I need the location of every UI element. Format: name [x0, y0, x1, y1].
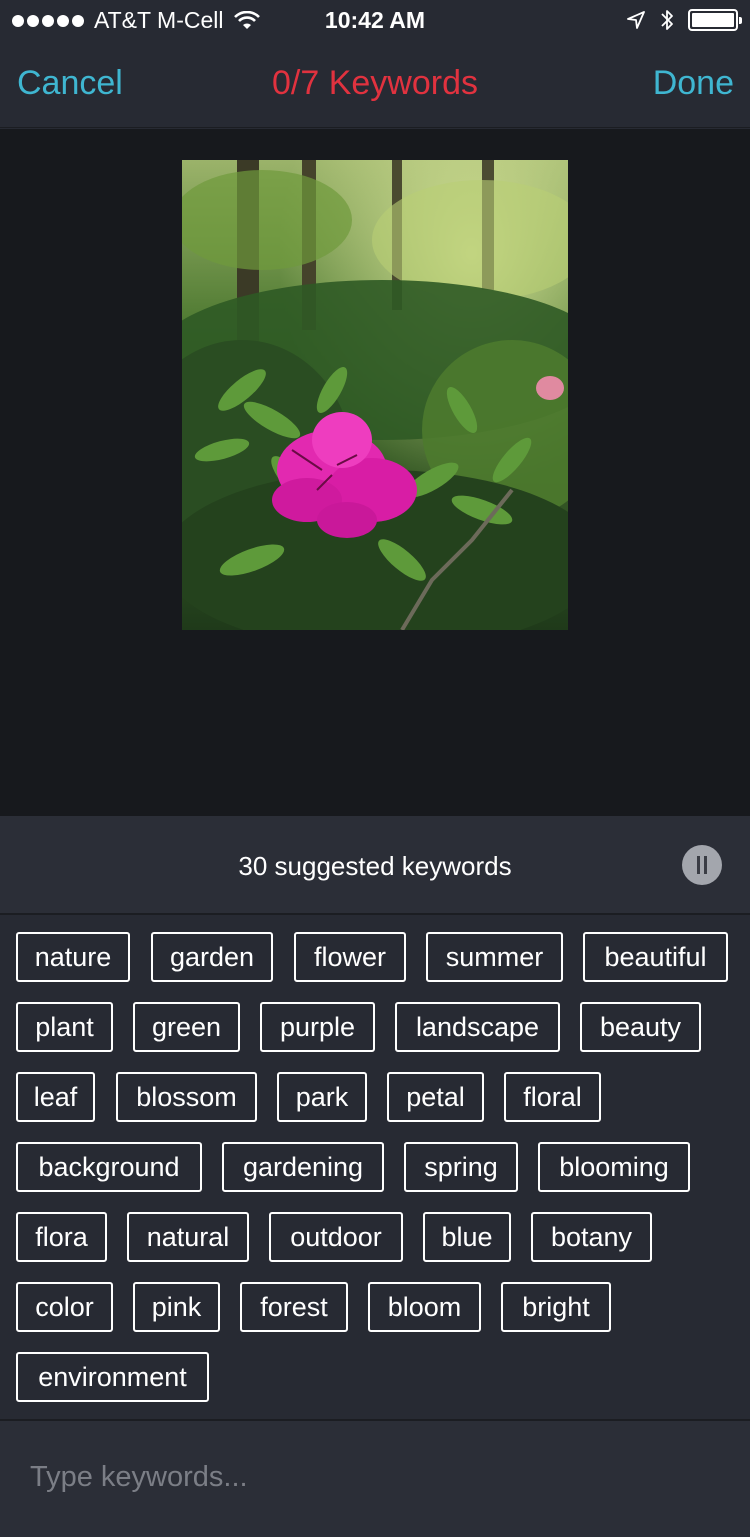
keyword-chip[interactable]: green — [133, 1002, 240, 1052]
nav-bar: Cancel 0/7 Keywords Done — [0, 40, 750, 128]
keyword-input-area — [0, 1419, 750, 1537]
keyword-chip[interactable]: background — [16, 1142, 202, 1192]
pause-button[interactable] — [682, 845, 722, 885]
keyword-chip[interactable]: petal — [387, 1072, 484, 1122]
keyword-chip[interactable]: blue — [423, 1212, 511, 1262]
keyword-chip[interactable]: outdoor — [269, 1212, 403, 1262]
photo-image — [182, 160, 568, 630]
keyword-chip[interactable]: pink — [133, 1282, 220, 1332]
cancel-button[interactable]: Cancel — [17, 64, 123, 103]
photo-preview — [182, 160, 568, 630]
keyword-chip[interactable]: floral — [504, 1072, 601, 1122]
keyword-chip[interactable]: spring — [404, 1142, 518, 1192]
status-right — [626, 8, 742, 32]
keyword-chip[interactable]: plant — [16, 1002, 113, 1052]
keyword-chip[interactable]: garden — [151, 932, 273, 982]
status-bar: AT&T M-Cell 10:42 AM — [0, 0, 750, 40]
keyword-chips: nature garden flower summer beautiful pl… — [0, 917, 750, 1419]
keyword-chip[interactable]: beauty — [580, 1002, 701, 1052]
keyword-chip[interactable]: bright — [501, 1282, 611, 1332]
suggested-keywords-count: 30 suggested keywords — [238, 851, 512, 881]
keyword-chip[interactable]: flora — [16, 1212, 107, 1262]
battery-icon — [688, 9, 742, 31]
keyword-chip[interactable]: color — [16, 1282, 113, 1332]
photo-area — [0, 129, 750, 816]
location-arrow-icon — [627, 11, 645, 29]
bluetooth-icon — [661, 10, 673, 30]
keyword-chip[interactable]: gardening — [222, 1142, 384, 1192]
keyword-chip[interactable]: environment — [16, 1352, 209, 1402]
keyword-chip[interactable]: summer — [426, 932, 563, 982]
keyword-chip[interactable]: forest — [240, 1282, 348, 1332]
keyword-chip[interactable]: natural — [127, 1212, 249, 1262]
keyword-chip[interactable]: botany — [531, 1212, 652, 1262]
keyword-chip[interactable]: blossom — [116, 1072, 257, 1122]
keyword-chip[interactable]: leaf — [16, 1072, 95, 1122]
keyword-chip[interactable]: landscape — [395, 1002, 560, 1052]
done-button[interactable]: Done — [653, 64, 734, 103]
keyword-chip[interactable]: nature — [16, 932, 130, 982]
keyword-chip[interactable]: bloom — [368, 1282, 481, 1332]
keyword-chip[interactable]: blooming — [538, 1142, 690, 1192]
keyword-chip[interactable]: park — [277, 1072, 367, 1122]
keyword-input[interactable] — [30, 1455, 720, 1499]
keyword-chip[interactable]: beautiful — [583, 932, 728, 982]
keyword-chip[interactable]: flower — [294, 932, 406, 982]
keyword-chip[interactable]: purple — [260, 1002, 375, 1052]
suggestions-header: 30 suggested keywords — [0, 816, 750, 915]
